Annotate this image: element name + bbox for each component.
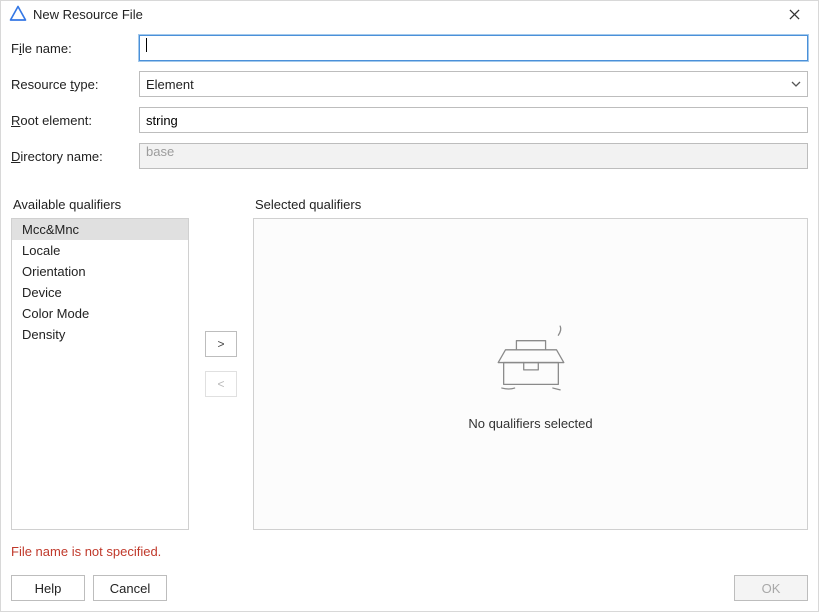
file-name-label: File name: [11, 41, 139, 56]
directory-name-input: base [139, 143, 808, 169]
ok-button: OK [734, 575, 808, 601]
available-qualifiers-title: Available qualifiers [11, 197, 189, 212]
file-name-input[interactable] [139, 35, 808, 61]
move-buttons-column: > < [189, 197, 253, 530]
dialog-root: New Resource File File name: Resource ty… [0, 0, 819, 612]
app-icon [9, 5, 27, 23]
move-right-button[interactable]: > [205, 331, 237, 357]
resource-type-value: Element [140, 77, 785, 92]
list-item[interactable]: Locale [12, 240, 188, 261]
root-element-input[interactable] [139, 107, 808, 133]
dialog-title: New Resource File [33, 7, 780, 22]
empty-box-icon [476, 317, 586, 402]
root-element-label: Root element: [11, 113, 139, 128]
error-message: File name is not specified. [1, 530, 818, 565]
selected-qualifiers-box: No qualifiers selected [253, 218, 808, 530]
titlebar: New Resource File [1, 1, 818, 29]
available-qualifiers-list[interactable]: Mcc&Mnc Locale Orientation Device Color … [11, 218, 189, 530]
selected-qualifiers-title: Selected qualifiers [253, 197, 808, 212]
selected-empty-message: No qualifiers selected [468, 416, 592, 431]
resource-type-label: Resource type: [11, 77, 139, 92]
list-item[interactable]: Density [12, 324, 188, 345]
resource-type-row: Resource type: Element [11, 71, 808, 97]
directory-name-row: Directory name: base [11, 143, 808, 169]
close-button[interactable] [780, 4, 808, 24]
resource-type-select[interactable]: Element [139, 71, 808, 97]
button-bar: Help Cancel OK [1, 565, 818, 611]
qualifiers-area: Available qualifiers Mcc&Mnc Locale Orie… [1, 179, 818, 530]
list-item[interactable]: Orientation [12, 261, 188, 282]
list-item[interactable]: Device [12, 282, 188, 303]
help-button[interactable]: Help [11, 575, 85, 601]
list-item[interactable]: Color Mode [12, 303, 188, 324]
list-item[interactable]: Mcc&Mnc [12, 219, 188, 240]
form-area: File name: Resource type: Element Root e… [1, 29, 818, 179]
selected-qualifiers-column: Selected qualifiers [253, 197, 808, 530]
move-left-button[interactable]: < [205, 371, 237, 397]
root-element-row: Root element: [11, 107, 808, 133]
directory-name-label: Directory name: [11, 149, 139, 164]
chevron-down-icon [785, 81, 807, 87]
file-name-row: File name: [11, 35, 808, 61]
cancel-button[interactable]: Cancel [93, 575, 167, 601]
available-qualifiers-column: Available qualifiers Mcc&Mnc Locale Orie… [11, 197, 189, 530]
